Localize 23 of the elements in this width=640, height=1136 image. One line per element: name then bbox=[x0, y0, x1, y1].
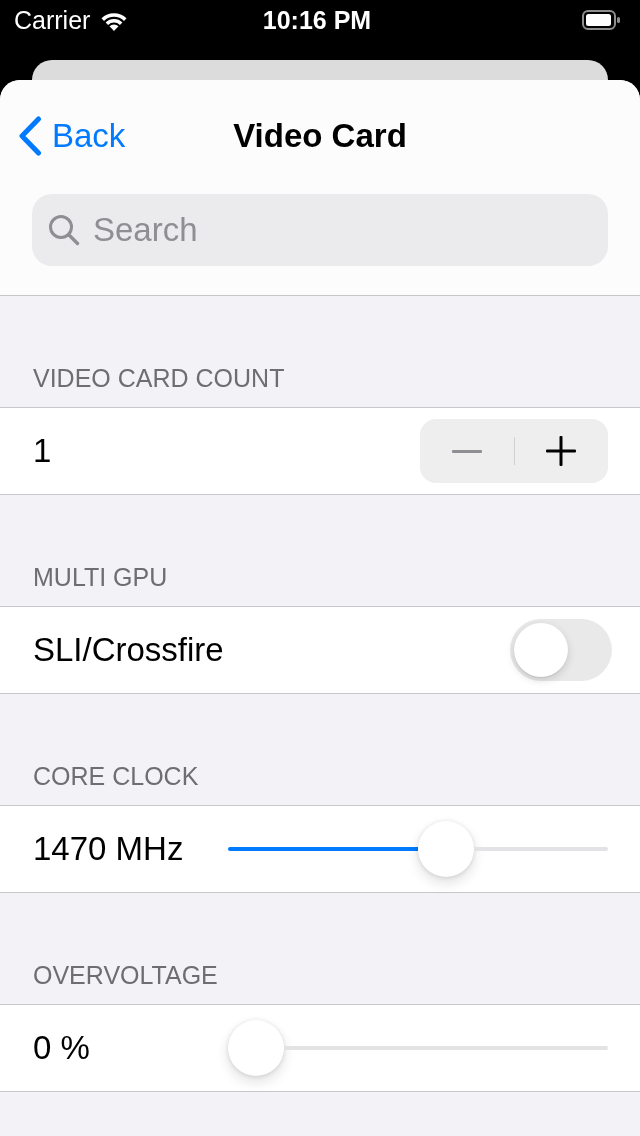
search-icon bbox=[48, 214, 80, 246]
slider[interactable] bbox=[228, 1020, 608, 1076]
status-time: 10:16 PM bbox=[262, 5, 372, 35]
minus-icon bbox=[451, 449, 482, 453]
carrier-label: Carrier bbox=[14, 5, 91, 35]
section-header: OVERVOLTAGE bbox=[33, 960, 218, 991]
section-header: MULTI GPU bbox=[33, 562, 168, 593]
chevron-left-icon bbox=[18, 116, 42, 156]
section-header: CORE CLOCK bbox=[33, 761, 199, 792]
back-button[interactable]: Back bbox=[18, 116, 126, 156]
count-value: 1 bbox=[33, 431, 52, 471]
slider-reading: 0 % bbox=[33, 1029, 90, 1066]
slider-thumb[interactable] bbox=[418, 821, 474, 877]
toggle-label: SLI/Crossfire bbox=[33, 630, 224, 670]
slider[interactable] bbox=[228, 821, 608, 877]
nav-title: Video Card bbox=[233, 116, 407, 156]
slider-reading: 1470 MHz bbox=[33, 830, 184, 867]
slider-thumb[interactable] bbox=[228, 1020, 284, 1076]
battery-icon bbox=[582, 10, 620, 30]
search-field[interactable]: Search bbox=[32, 194, 608, 266]
toggle-switch[interactable] bbox=[510, 619, 612, 681]
section-header: VIDEO CARD COUNT bbox=[33, 363, 285, 394]
plus-icon bbox=[546, 436, 577, 466]
